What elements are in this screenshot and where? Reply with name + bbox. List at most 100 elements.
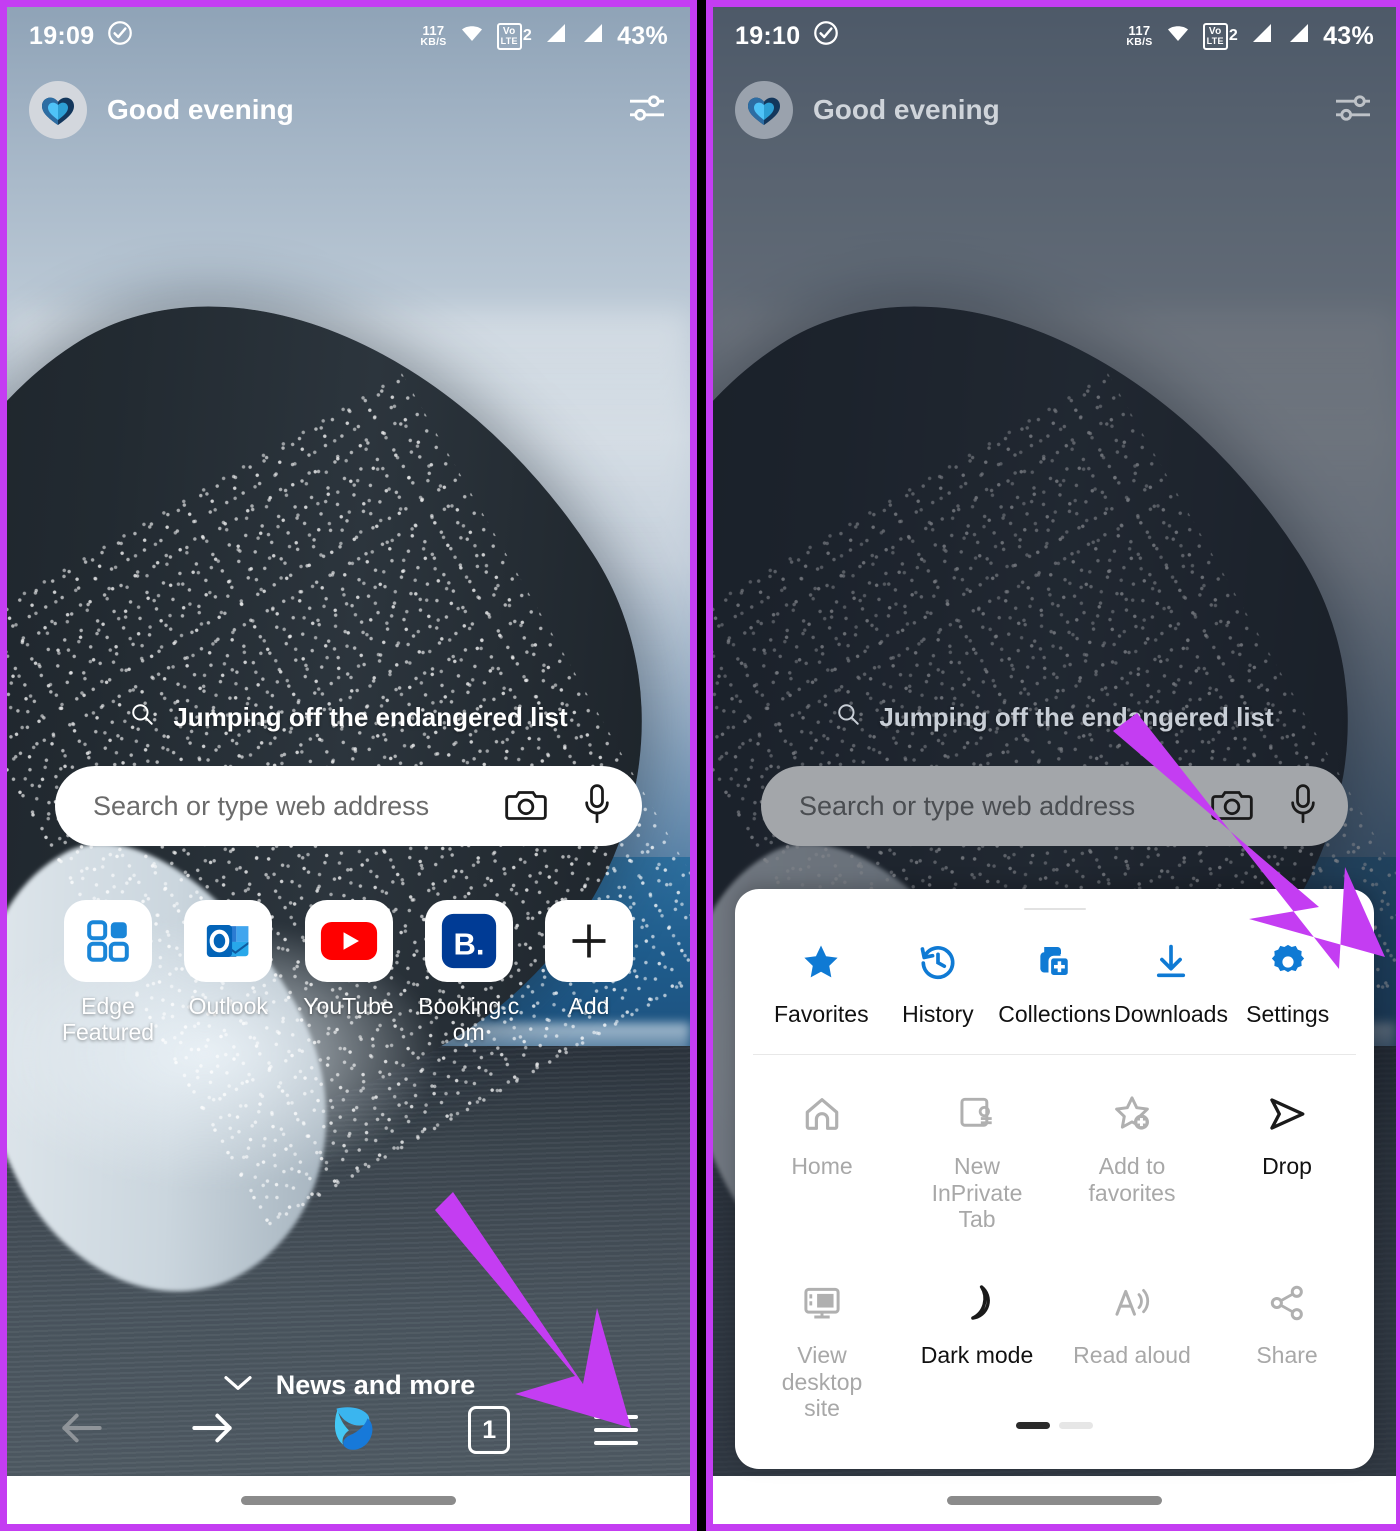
hamburger-menu-icon[interactable] (594, 1415, 638, 1445)
browser-menu-sheet: Favorites History Collections Downloads … (735, 889, 1374, 1469)
phone-screen-right: 19:10 117 KB/S Vo LTE 2 43% Good evening… (713, 7, 1396, 1524)
menu-item-label: Dark mode (920, 1341, 1034, 1368)
signal-bars-icon (580, 21, 606, 52)
menu-item-downloads[interactable]: Downloads (1113, 936, 1230, 1028)
booking-com-icon: B. (424, 900, 513, 982)
menu-item-label: Home (791, 1152, 853, 1179)
status-time: 19:09 (29, 21, 95, 50)
status-bar: 19:10 117 KB/S Vo LTE 2 43% (713, 7, 1396, 65)
camera-icon[interactable] (1210, 784, 1254, 829)
shortcut-booking[interactable]: B. Booking.com (414, 900, 524, 1046)
menu-row-tertiary: View desktop site Dark mode Read aloud S… (735, 1277, 1374, 1422)
shortcut-label: Booking.com (418, 993, 520, 1045)
camera-icon[interactable] (504, 784, 548, 829)
plus-icon (545, 900, 633, 982)
tune-sliders-icon[interactable] (626, 91, 668, 130)
microphone-icon[interactable] (582, 783, 612, 830)
menu-item-label: Drop (1262, 1152, 1312, 1179)
home-indicator[interactable] (7, 1476, 690, 1524)
tune-sliders-icon[interactable] (1332, 91, 1374, 130)
phone-panel-right: 19:10 117 KB/S Vo LTE 2 43% Good evening… (706, 0, 1400, 1531)
menu-item-home[interactable]: Home (763, 1088, 881, 1233)
menu-item-label: Add to favorites (1088, 1152, 1176, 1206)
arrow-right-icon[interactable] (189, 1408, 235, 1453)
status-time: 19:10 (735, 21, 801, 50)
drag-handle[interactable] (1023, 908, 1086, 910)
menu-item-collections[interactable]: Collections (996, 936, 1113, 1028)
search-input[interactable]: Search or type web address (799, 791, 1210, 822)
menu-item-drop[interactable]: Drop (1228, 1088, 1346, 1233)
read-aloud-icon (1110, 1277, 1154, 1329)
menu-item-view-desktop-site[interactable]: View desktop site (763, 1277, 881, 1422)
shortcut-label: Edge Featured (61, 993, 155, 1045)
edge-heart-logo[interactable] (29, 81, 87, 139)
search-bar[interactable]: Search or type web address (55, 766, 642, 846)
tab-count-icon[interactable]: 1 (468, 1406, 511, 1454)
tab-count-value: 1 (482, 1415, 497, 1444)
page-dot-active[interactable] (1016, 1422, 1050, 1429)
home-indicator[interactable] (713, 1476, 1396, 1524)
collections-icon (1032, 936, 1076, 988)
wifi-icon (458, 21, 486, 52)
shortcut-youtube[interactable]: YouTube (294, 900, 404, 1046)
shortcut-label: YouTube (303, 993, 394, 1019)
star-plus-icon (1110, 1088, 1154, 1140)
network-speed: 117 KB/S (1126, 23, 1153, 49)
svg-text:B.: B. (453, 927, 484, 962)
search-bar[interactable]: Search or type web address (761, 766, 1348, 846)
shortcut-label: Outlook (188, 993, 268, 1019)
greeting-text: Good evening (107, 94, 294, 125)
menu-item-read-aloud[interactable]: Read aloud (1073, 1277, 1191, 1422)
home-icon (801, 1088, 843, 1140)
check-circle-icon (106, 19, 134, 54)
page-dot[interactable] (1059, 1422, 1093, 1429)
menu-item-dark-mode[interactable]: Dark mode (918, 1277, 1036, 1422)
menu-item-label: Settings (1246, 1000, 1330, 1027)
moon-icon (956, 1277, 998, 1329)
edge-heart-logo[interactable] (735, 81, 793, 139)
share-icon (1266, 1277, 1308, 1329)
gear-icon (1266, 936, 1310, 988)
search-suggestion[interactable]: Jumping off the endangered list (713, 701, 1396, 734)
menu-item-share[interactable]: Share (1228, 1277, 1346, 1422)
shortcut-outlook[interactable]: Outlook (173, 900, 283, 1046)
greeting-row: Good evening (7, 75, 690, 145)
menu-item-label: History (902, 1000, 974, 1027)
copilot-icon[interactable] (319, 1397, 385, 1464)
phone-screen-left: 19:09 117 KB/S Vo LTE 2 43% Good evening… (7, 7, 690, 1524)
menu-item-label: Read aloud (1073, 1341, 1191, 1368)
menu-item-new-inprivate-tab[interactable]: New InPrivate Tab (918, 1088, 1036, 1233)
menu-item-label: Collections (998, 1000, 1111, 1027)
shortcut-add[interactable]: Add (534, 900, 644, 1046)
shortcut-edge-featured[interactable]: Edge Featured (53, 900, 163, 1046)
menu-item-favorites[interactable]: Favorites (763, 936, 880, 1028)
outlook-icon (184, 900, 273, 982)
shortcuts-row: Edge Featured Outlook YouTube B. Booking… (53, 900, 644, 1046)
microphone-icon[interactable] (1288, 783, 1318, 830)
download-icon (1149, 936, 1193, 988)
wifi-icon (1164, 21, 1192, 52)
menu-item-label: Downloads (1114, 1000, 1228, 1027)
volte-icon: Vo LTE 2 (496, 22, 532, 50)
menu-item-label: View desktop site (781, 1341, 863, 1422)
battery-percent: 43% (617, 21, 668, 50)
menu-item-add-to-favorites[interactable]: Add to favorites (1073, 1088, 1191, 1233)
menu-item-label: Favorites (774, 1000, 869, 1027)
search-suggestion[interactable]: Jumping off the endangered list (7, 701, 690, 734)
sheet-page-indicator (735, 1422, 1374, 1429)
menu-item-settings[interactable]: Settings (1229, 936, 1346, 1028)
screenshot-stage: 19:09 117 KB/S Vo LTE 2 43% Good evening… (0, 0, 1400, 1531)
network-speed: 117 KB/S (420, 23, 447, 49)
search-icon (129, 701, 155, 734)
signal-bars-icon (1286, 21, 1312, 52)
greeting-row: Good evening (713, 75, 1396, 145)
suggestion-text: Jumping off the endangered list (879, 702, 1274, 732)
menu-item-history[interactable]: History (880, 936, 997, 1028)
check-circle-icon (812, 19, 840, 54)
menu-item-label: Share (1256, 1341, 1318, 1368)
edge-featured-grid-icon (64, 900, 152, 982)
search-input[interactable]: Search or type web address (93, 791, 504, 822)
arrow-left-icon[interactable] (59, 1408, 105, 1453)
shortcut-label: Add (568, 993, 610, 1019)
drop-send-icon (1264, 1088, 1310, 1140)
